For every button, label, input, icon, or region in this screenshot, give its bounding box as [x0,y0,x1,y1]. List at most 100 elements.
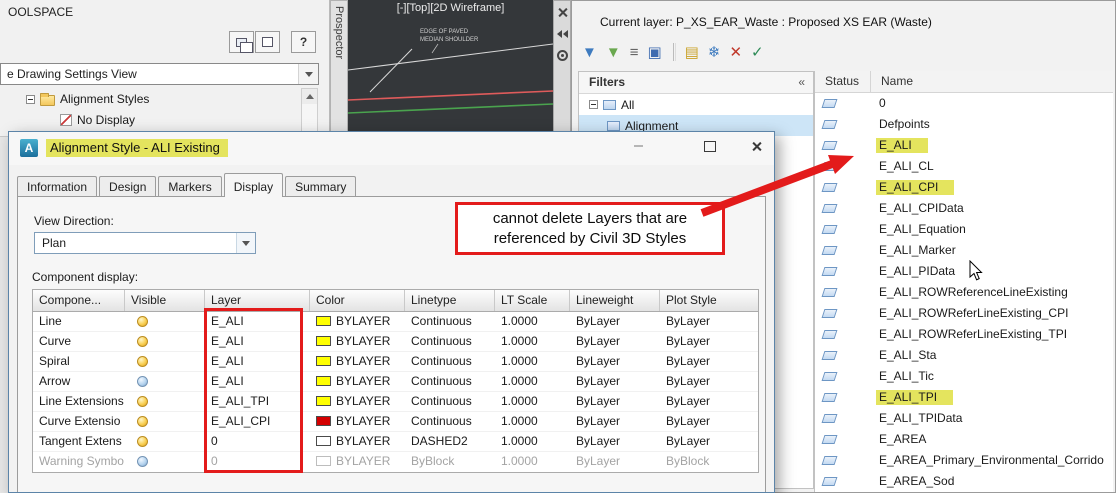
visibility-bulb-icon[interactable] [137,456,148,467]
layer-row[interactable]: E_AREA_Sod [815,471,1113,492]
color-swatch[interactable] [316,316,331,326]
chevron-down-icon[interactable] [298,64,318,84]
close-icon[interactable] [557,7,568,18]
scroll-up-icon[interactable] [302,89,317,104]
layer-row[interactable]: E_AREA_Primary_Environmental_Corrido [815,450,1113,471]
name-column-header[interactable]: Name [871,71,1113,92]
component-row[interactable]: Curve Extensio E_ALI_CPI BYLAYER Continuous… [33,412,758,432]
color-swatch[interactable] [316,356,331,366]
layer-row[interactable]: E_ALI_CPIData [815,198,1113,219]
tab-markers[interactable]: Markers [158,176,222,196]
layer-row[interactable]: E_ALI_TPIData [815,408,1113,429]
help-button[interactable]: ? [291,31,316,53]
color-swatch[interactable] [316,416,331,426]
layer-row[interactable]: 0 [815,93,1113,114]
layer-row[interactable]: E_ALI_Sta [815,345,1113,366]
new-property-filter-icon[interactable]: ▼ [582,45,597,60]
visibility-bulb-icon[interactable] [137,376,148,387]
plotstyle-cell: ByLayer [666,374,711,388]
layer-row[interactable]: E_ALI_ROWReferLineExisting_TPI [815,324,1113,345]
filter-item-all[interactable]: All [579,94,813,115]
layer-row[interactable]: E_ALI [815,135,1113,156]
tab-information[interactable]: Information [17,176,98,196]
layer-row[interactable]: Defpoints [815,114,1113,135]
status-column-header[interactable]: Status [815,71,871,92]
view-direction-dropdown[interactable]: Plan [34,232,256,254]
layer-list: 0 Defpoints E_ALI E_ALI_CL E_ALI_CPI E_ALI_CP… [815,93,1113,492]
dialog-titlebar[interactable]: A Alignment Style - ALI Existing [9,132,774,165]
viewport: [-][Top][2D Wireframe] EDGE OF PAVED MED… [348,0,553,137]
component-row[interactable]: Arrow E_ALI BYLAYER Continuous 1.0000 ByLayer… [33,372,758,392]
auto-hide-button[interactable] [255,31,280,53]
maximize-button[interactable] [695,132,725,160]
layer-name: E_AREA [879,432,927,446]
delete-layer-icon[interactable]: ✕ [729,45,742,60]
component-row[interactable]: Curve E_ALI BYLAYER Continuous 1.0000 ByLayer… [33,332,758,352]
layer-row[interactable]: E_ALI_Marker [815,240,1113,261]
settings-view-dropdown[interactable]: e Drawing Settings View [0,63,319,85]
layer-row[interactable]: E_AREA [815,429,1113,450]
prospector-tab[interactable]: Prospector [330,0,348,137]
dialog-tab-bar: Information Design Markers Display Summary [17,173,358,197]
color-name: BYLAYER [336,374,391,388]
new-group-filter-icon[interactable]: ▼ [606,45,621,60]
layer-row[interactable]: E_ALI_CPI [815,177,1113,198]
column-header: Visible [125,290,205,311]
visibility-bulb-icon[interactable] [137,336,148,347]
color-swatch[interactable] [316,376,331,386]
new-layer-icon[interactable]: ▤ [685,45,699,60]
color-swatch[interactable] [316,436,331,446]
layer-list-panel: Status Name 0 Defpoints E_ALI E_ALI_CL E_ALI… [814,71,1113,492]
layer-row[interactable]: E_ALI_CL [815,156,1113,177]
color-swatch[interactable] [316,396,331,406]
minimize-button[interactable] [623,132,653,160]
linetype-cell: ByBlock [411,454,455,468]
component-row[interactable]: Spiral E_ALI BYLAYER Continuous 1.0000 ByLaye… [33,352,758,372]
close-button[interactable] [741,132,771,160]
tab-summary[interactable]: Summary [285,176,357,196]
box-icon [262,37,273,47]
layer-row[interactable]: E_ALI_Equation [815,219,1113,240]
visibility-bulb-icon[interactable] [137,356,148,367]
component-name: Line Extensions [39,394,124,408]
new-layer-frozen-icon[interactable]: ❄ [708,45,721,60]
tree-item-alignment-styles[interactable]: Alignment Styles [26,91,149,107]
auto-hide-icon[interactable] [556,30,568,38]
color-swatch[interactable] [316,336,331,346]
layer-row[interactable]: E_ALI_TPI [815,387,1113,408]
visibility-bulb-icon[interactable] [137,436,148,447]
layer-states-manager-icon[interactable]: ≡ [630,45,639,60]
color-swatch[interactable] [316,456,331,466]
chevron-down-icon[interactable] [236,233,255,253]
collapse-icon[interactable]: « [798,72,805,93]
component-row[interactable]: Line Extensions E_ALI_TPI BYLAYER Continuou… [33,392,758,412]
component-row[interactable]: Tangent Extens 0 BYLAYER DASHED2 1.0000 ByLay… [33,432,758,452]
visibility-bulb-icon[interactable] [137,416,148,427]
properties-gear-icon[interactable] [556,50,568,61]
viewport-title[interactable]: [-][Top][2D Wireframe] [348,2,553,14]
color-name: BYLAYER [336,414,391,428]
save-layer-state-icon[interactable]: ▣ [647,45,661,60]
layer-row[interactable]: E_ALI_ROWReferenceLineExisting [815,282,1113,303]
plotstyle-cell: ByLayer [666,394,711,408]
tab-display[interactable]: Display [223,173,284,197]
layer-row[interactable]: E_ALI_PIData [815,261,1113,282]
visibility-bulb-icon[interactable] [137,396,148,407]
tree-item-no-display[interactable]: No Display [60,112,135,128]
app-icon: A [20,139,38,157]
set-current-icon[interactable]: ✓ [751,45,764,60]
expander-icon[interactable] [26,94,35,104]
component-row[interactable]: Warning Symbo 0 BYLAYER ByBlock 1.0000 ByLaye… [33,452,758,472]
panel-layout-button[interactable] [229,31,254,53]
layer-row[interactable]: E_ALI_Tic [815,366,1113,387]
tab-design[interactable]: Design [99,176,157,196]
filters-header: Filters [589,75,626,89]
layer-row[interactable]: E_ALI_ROWReferLineExisting_CPI [815,303,1113,324]
layer-name: E_AREA_Primary_Environmental_Corrido [879,453,1104,467]
visibility-bulb-icon[interactable] [137,316,148,327]
scrollbar[interactable] [301,88,318,137]
expander-icon[interactable] [589,100,598,109]
component-row[interactable]: Line E_ALI BYLAYER Continuous 1.0000 ByLayer B… [33,312,758,332]
linetype-cell: Continuous [411,354,472,368]
layer-cell: 0 [211,434,218,448]
